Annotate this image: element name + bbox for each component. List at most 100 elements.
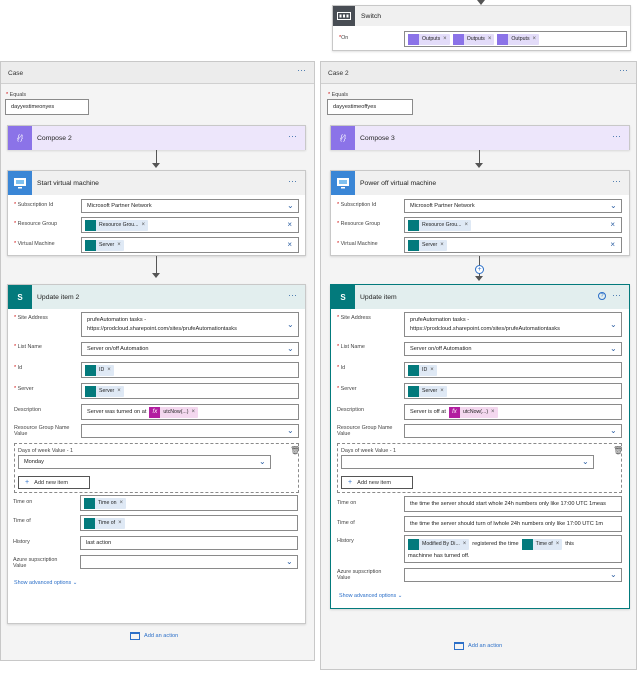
list-name-select[interactable]: Server on/off Automation ⌄ <box>404 342 622 356</box>
time-of-field[interactable]: the time the server should turn of lwhol… <box>404 516 622 532</box>
modified-by-token[interactable]: Modified By Di... × <box>408 538 470 550</box>
history-field[interactable]: Modified By Di... × registered the time T… <box>404 535 622 563</box>
resource-group-name-select[interactable]: ⌄ <box>81 424 299 438</box>
remove-token-icon[interactable]: × <box>463 538 467 550</box>
expression-token[interactable]: fx utcNow(...) × <box>448 406 498 418</box>
time-of-label: Time of <box>337 520 355 526</box>
server-token[interactable]: Server × <box>408 385 447 397</box>
description-text: Server was turned on at <box>87 409 147 415</box>
time-on-field[interactable]: the time the server should start whole 2… <box>404 496 622 512</box>
update-item-header[interactable]: S Update item 2 ··· <box>8 285 305 309</box>
description-field[interactable]: Server was turned on at fx utcNow(...) × <box>81 404 299 420</box>
remove-token-icon[interactable]: × <box>430 367 434 373</box>
add-new-item-button[interactable]: + Add new item <box>18 476 90 489</box>
show-advanced-options-link[interactable]: Show advanced options ⌄ <box>339 593 402 599</box>
subscription-select[interactable]: Microsoft Partner Network ⌄ <box>404 199 622 213</box>
resource-group-field[interactable]: Resource Grou... × × <box>81 217 299 233</box>
compose-header[interactable]: {⁄} Compose 3 ··· <box>331 126 629 150</box>
more-options-icon[interactable]: ··· <box>612 176 621 186</box>
remove-token-icon[interactable]: × <box>491 409 495 415</box>
switch-header[interactable]: Switch <box>333 6 630 26</box>
remove-token-icon[interactable]: × <box>465 222 469 228</box>
clear-icon[interactable]: × <box>287 221 292 229</box>
server-token[interactable]: Server × <box>408 239 447 251</box>
equals-label: * Equals <box>6 92 27 98</box>
equals-field[interactable]: dayyestimeoffyes <box>327 99 413 115</box>
clear-icon[interactable]: × <box>287 241 292 249</box>
azure-subscription-select[interactable]: ⌄ <box>80 555 298 569</box>
resource-group-token[interactable]: Resource Grou... × <box>85 219 149 231</box>
add-an-action-button[interactable]: Add an action <box>130 632 178 640</box>
remove-token-icon[interactable]: × <box>191 409 195 415</box>
remove-token-icon[interactable]: × <box>117 388 121 394</box>
azure-subscription-select[interactable]: ⌄ <box>404 568 622 582</box>
show-advanced-options-link[interactable]: Show advanced options ⌄ <box>14 580 77 586</box>
remove-token-icon[interactable]: × <box>488 36 492 42</box>
update-item-header[interactable]: S Update item ? ··· <box>331 285 629 309</box>
resource-group-token[interactable]: Resource Grou... × <box>408 219 472 231</box>
remove-token-icon[interactable]: × <box>120 500 124 506</box>
on-field[interactable]: Outputs × Outputs × Outputs × <box>404 31 627 47</box>
id-token[interactable]: ID × <box>408 364 437 376</box>
server-field[interactable]: Server × <box>81 383 299 399</box>
outputs-token[interactable]: Outputs × <box>497 33 540 45</box>
expression-token[interactable]: fx utcNow(...) × <box>149 406 198 418</box>
insert-step-icon[interactable]: + <box>475 265 484 274</box>
add-new-item-button[interactable]: + Add new item <box>341 476 413 489</box>
id-field[interactable]: ID × <box>81 362 299 378</box>
server-field[interactable]: Server × <box>404 383 622 399</box>
remove-token-icon[interactable]: × <box>118 520 122 526</box>
more-options-icon[interactable]: ··· <box>612 131 621 141</box>
description-field[interactable]: Server is off at fx utcNow(...) × <box>404 404 622 420</box>
delete-icon[interactable]: 🗑 <box>613 446 623 455</box>
outputs-token[interactable]: Outputs × <box>408 33 450 45</box>
virtual-machine-field[interactable]: Server × × <box>404 237 622 253</box>
case-header[interactable]: Case ··· <box>1 62 314 84</box>
more-options-icon[interactable]: ··· <box>288 176 297 186</box>
compose-icon: {⁄} <box>8 126 32 150</box>
resource-group-field[interactable]: Resource Grou... × × <box>404 217 622 233</box>
clear-icon[interactable]: × <box>610 221 615 229</box>
id-token[interactable]: ID × <box>85 364 114 376</box>
resource-group-name-select[interactable]: ⌄ <box>404 424 622 438</box>
more-options-icon[interactable]: ··· <box>612 290 621 300</box>
days-of-week-select[interactable]: Monday ⌄ <box>18 455 271 469</box>
time-on-field[interactable]: Time on × <box>80 495 298 511</box>
vm-header[interactable]: Start virtual machine ··· <box>8 171 305 195</box>
server-token[interactable]: Server × <box>85 385 124 397</box>
time-of-token[interactable]: Time of × <box>521 538 563 550</box>
outputs-token[interactable]: Outputs × <box>452 33 495 45</box>
remove-token-icon[interactable]: × <box>117 242 121 248</box>
remove-token-icon[interactable]: × <box>440 388 444 394</box>
equals-field[interactable]: dayyestimeonyes <box>5 99 89 115</box>
more-options-icon[interactable]: ··· <box>619 65 628 75</box>
more-options-icon[interactable]: ··· <box>288 131 297 141</box>
vm-header[interactable]: Power off virtual machine ··· <box>331 171 629 195</box>
list-name-select[interactable]: Server on/off Automation ⌄ <box>81 342 299 356</box>
remove-token-icon[interactable]: × <box>142 222 146 228</box>
more-options-icon[interactable]: ··· <box>297 65 306 75</box>
remove-token-icon[interactable]: × <box>107 367 111 373</box>
days-of-week-select[interactable]: ⌄ <box>341 455 594 469</box>
remove-token-icon[interactable]: × <box>556 538 560 550</box>
history-field[interactable]: last action <box>80 536 298 550</box>
remove-token-icon[interactable]: × <box>533 36 537 42</box>
case-2-header[interactable]: Case 2 ··· <box>321 62 636 84</box>
id-field[interactable]: ID × <box>404 362 622 378</box>
add-an-action-button[interactable]: Add an action <box>454 642 502 650</box>
site-address-select[interactable]: prufeAutomation tasks - https://prodclou… <box>81 312 299 337</box>
more-options-icon[interactable]: ··· <box>288 290 297 300</box>
subscription-select[interactable]: Microsoft Partner Network ⌄ <box>81 199 299 213</box>
time-of-token[interactable]: Time of × <box>84 517 125 529</box>
remove-token-icon[interactable]: × <box>443 36 447 42</box>
delete-icon[interactable]: 🗑 <box>290 446 300 455</box>
remove-token-icon[interactable]: × <box>440 242 444 248</box>
time-of-field[interactable]: Time of × <box>80 515 298 531</box>
time-on-token[interactable]: Time on × <box>84 497 127 509</box>
clear-icon[interactable]: × <box>610 241 615 249</box>
site-address-select[interactable]: prufeAutomation tasks - https://prodclou… <box>404 312 622 337</box>
compose-header[interactable]: {⁄} Compose 2 ··· <box>8 126 305 150</box>
server-token[interactable]: Server × <box>85 239 124 251</box>
help-icon[interactable]: ? <box>598 292 606 300</box>
virtual-machine-field[interactable]: Server × × <box>81 237 299 253</box>
